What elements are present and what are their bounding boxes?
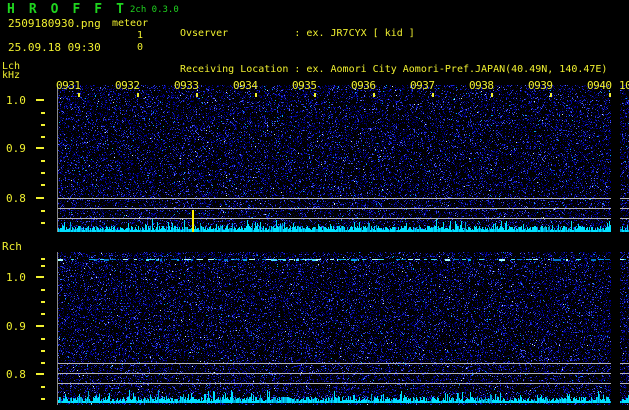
time-label: 0934 [233,79,258,92]
time-tick [78,93,80,97]
freq-minor-tick [41,398,45,400]
freq-minor-tick [41,265,45,267]
freq-major-tick [36,99,44,101]
freq-minor-tick [41,350,45,352]
rch-spectrogram-canvas [57,252,629,405]
freq-major-tick [36,197,44,199]
meteor-count-lch: 1 [137,30,143,41]
freq-major-tick [36,325,44,327]
time-label: 0935 [292,79,317,92]
freq-minor-tick [41,172,45,174]
freq-minor-tick [41,289,45,291]
time-tick [550,93,552,97]
freq-major-tick [36,276,44,278]
freq-major-tick [36,147,44,149]
time-tick [255,93,257,97]
freq-label: 1.0 [6,271,26,284]
time-label: 0938 [469,79,494,92]
time-label: 0933 [174,79,199,92]
time-tick [432,93,434,97]
observer-line: Ovserver : ex. JR7CYX [ kid ] [180,28,629,40]
freq-label: 0.9 [6,320,26,333]
freq-minor-tick [41,136,45,138]
freq-label: 1.0 [6,94,26,107]
time-tick [137,93,139,97]
freq-minor-tick [41,222,45,224]
filename-label: 2509180930.png [8,17,101,30]
freq-minor-tick [41,338,45,340]
freq-minor-tick [41,124,45,126]
freq-minor-tick [41,210,45,212]
time-tick [314,93,316,97]
time-label: 0937 [410,79,435,92]
time-label: 0931 [56,79,81,92]
time-tick [609,93,611,97]
freq-minor-tick [41,112,45,114]
location-line: Receiving Location : ex. Aomori City Aom… [180,64,629,76]
time-label: 0936 [351,79,376,92]
meteor-count-rch: 0 [137,42,143,53]
meteor-label: meteor [112,18,148,29]
lch-spectrogram-canvas [57,85,629,232]
hrofft-screen: HROFFT 2ch 0.3.0 2509180930.png meteor 1… [0,0,629,410]
freq-minor-tick [41,160,45,162]
app-title: HROFFT [7,2,138,17]
time-label: 0932 [115,79,140,92]
freq-major-tick [36,373,44,375]
datetime-label: 25.09.18 09:30 [8,41,101,54]
freq-minor-tick [41,313,45,315]
freq-minor-tick [41,184,45,186]
freq-minor-tick [41,362,45,364]
time-label-partial: 10 [619,79,629,92]
time-label: 0939 [528,79,553,92]
freq-minor-tick [41,258,45,260]
freq-label: 0.9 [6,142,26,155]
khz-unit-label: kHz [2,70,20,81]
version-label: 2ch 0.3.0 [130,5,179,15]
freq-minor-tick [41,301,45,303]
time-tick [491,93,493,97]
freq-label: 0.8 [6,192,26,205]
time-tick [196,93,198,97]
rch-axis-label: Rch [2,240,22,253]
time-tick [373,93,375,97]
time-label: 0940 [587,79,612,92]
freq-minor-tick [41,386,45,388]
freq-label: 0.8 [6,368,26,381]
